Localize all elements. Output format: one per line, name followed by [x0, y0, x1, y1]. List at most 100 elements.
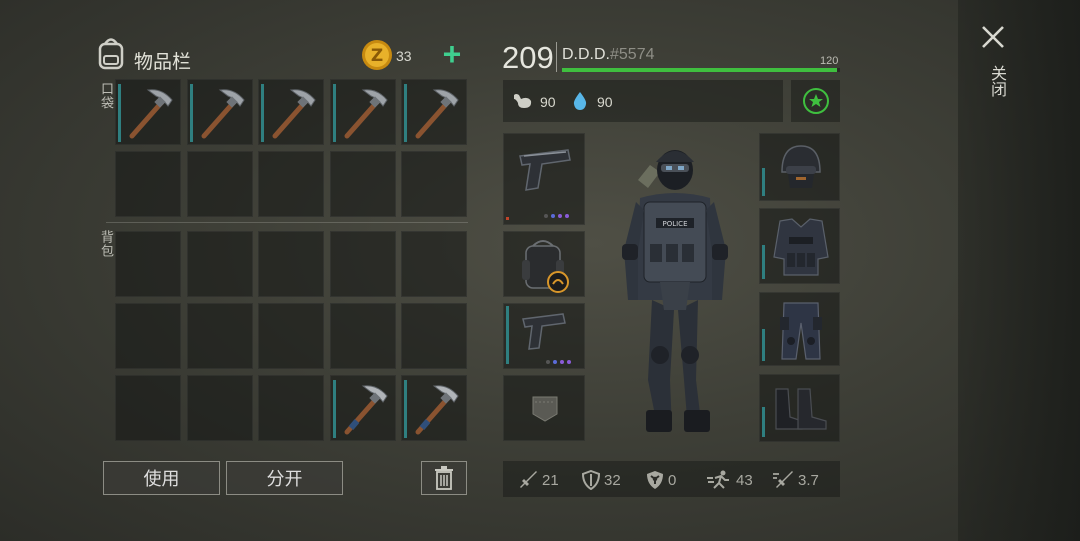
stat-speed: 43 — [706, 470, 753, 490]
tactical-backpack-icon — [522, 240, 569, 293]
helmet-icon — [781, 145, 821, 188]
xp-bar-track — [562, 68, 840, 72]
pistol-icon — [519, 149, 571, 191]
pickaxe-icon — [129, 89, 173, 139]
vest-icon — [773, 218, 829, 276]
stat-radiation-value: 0 — [668, 471, 677, 489]
pocket-placeholder-icon — [532, 396, 558, 422]
backpack-slot[interactable] — [258, 231, 324, 297]
player-name-text: D.D.D. — [562, 46, 610, 63]
backpack-slot[interactable] — [187, 303, 253, 369]
pocket-slot[interactable] — [187, 79, 253, 145]
close-button[interactable]: 关闭 — [978, 22, 1010, 108]
pickaxe-icon — [415, 89, 459, 139]
backpack-slot[interactable] — [401, 303, 467, 369]
backpack-slot[interactable] — [187, 375, 253, 441]
shield-icon — [582, 470, 600, 490]
svg-text:Z: Z — [371, 46, 383, 66]
backpack-slot[interactable] — [115, 303, 181, 369]
backpack-slot[interactable] — [115, 375, 181, 441]
character-model: POLICE — [622, 150, 728, 432]
stat-attack-speed-value: 3.7 — [798, 471, 819, 489]
xp-bar-fill — [562, 68, 838, 72]
equip-slot-pocket[interactable] — [503, 375, 585, 441]
backpack-slot[interactable] — [330, 303, 396, 369]
equip-slot-primary-weapon[interactable] — [503, 133, 585, 225]
close-icon — [982, 26, 1004, 48]
add-coins-button[interactable]: + — [438, 36, 466, 72]
backpack-slot[interactable] — [330, 375, 396, 441]
trash-button[interactable] — [421, 461, 467, 495]
equip-slot-boots[interactable] — [759, 374, 840, 442]
stomach-icon — [514, 94, 532, 108]
player-name: D.D.D.#5574 — [562, 46, 655, 64]
water-value: 90 — [597, 94, 613, 110]
fast-sword-icon — [773, 471, 793, 488]
level-divider — [556, 42, 557, 72]
backpack-icon — [98, 38, 124, 70]
pocket-slot[interactable] — [115, 79, 181, 145]
stat-speed-value: 43 — [736, 471, 753, 489]
sword-icon — [520, 471, 537, 488]
pickaxe-icon — [415, 385, 459, 435]
backpack-slot[interactable] — [330, 231, 396, 297]
pocket-slot[interactable] — [330, 151, 396, 217]
pocket-slot[interactable] — [187, 151, 253, 217]
backpack-slot[interactable] — [401, 375, 467, 441]
inventory-header: 物品栏 Z 33 + — [96, 36, 468, 76]
pants-icon — [780, 302, 822, 360]
running-icon — [707, 470, 729, 489]
perks-button[interactable] — [791, 80, 840, 122]
stat-attack-speed: 3.7 — [772, 470, 819, 490]
close-label: 关闭 — [988, 65, 1005, 97]
mod-dots — [544, 214, 569, 218]
pickaxe-icon — [344, 385, 388, 435]
player-tag: #5574 — [610, 46, 655, 63]
xp-max: 120 — [820, 55, 839, 67]
stat-defense-value: 32 — [604, 471, 621, 489]
radiation-shield-icon — [647, 471, 663, 489]
stat-attack-value: 21 — [542, 471, 559, 489]
pocket-label: 口袋 — [99, 82, 114, 110]
equip-slot-armor[interactable] — [759, 208, 840, 284]
backpack-slot[interactable] — [187, 231, 253, 297]
food-value: 90 — [540, 94, 556, 110]
pistol-icon — [522, 313, 566, 350]
pickaxe-icon — [201, 89, 245, 139]
pocket-slot[interactable] — [401, 79, 467, 145]
boots-icon — [775, 388, 827, 430]
backpack-slot[interactable] — [258, 303, 324, 369]
pocket-slot[interactable] — [401, 151, 467, 217]
mod-dots — [546, 360, 571, 364]
inventory-title: 物品栏 — [134, 52, 192, 73]
use-button[interactable]: 使用 — [103, 461, 220, 495]
pocket-slot[interactable] — [258, 151, 324, 217]
backpack-slot[interactable] — [258, 375, 324, 441]
pickaxe-icon — [272, 89, 316, 139]
coin-icon: Z — [362, 40, 392, 70]
backpack-slot[interactable] — [115, 231, 181, 297]
stat-defense: 32 — [582, 470, 621, 490]
section-divider — [106, 222, 468, 223]
split-button[interactable]: 分开 — [226, 461, 343, 495]
water-drop-icon — [573, 92, 587, 110]
coin-count: 33 — [396, 48, 412, 64]
star-badge-icon — [802, 88, 829, 114]
pickaxe-icon — [344, 89, 388, 139]
svg-text:POLICE: POLICE — [662, 220, 687, 228]
pocket-slot[interactable] — [258, 79, 324, 145]
trash-icon — [435, 466, 453, 490]
equip-slot-pants[interactable] — [759, 292, 840, 366]
equip-slot-helmet[interactable] — [759, 133, 840, 201]
pocket-slot[interactable] — [115, 151, 181, 217]
backpack-label: 背包 — [99, 230, 114, 258]
side-panel — [958, 0, 1080, 541]
stat-radiation: 0 — [646, 470, 676, 490]
durability-marker — [506, 217, 509, 220]
pocket-slot[interactable] — [330, 79, 396, 145]
equip-slot-secondary-weapon[interactable] — [503, 303, 585, 369]
player-level: 209 — [502, 40, 554, 75]
backpack-slot[interactable] — [401, 231, 467, 297]
stat-attack: 21 — [518, 470, 559, 490]
equip-slot-backpack[interactable] — [503, 231, 585, 297]
